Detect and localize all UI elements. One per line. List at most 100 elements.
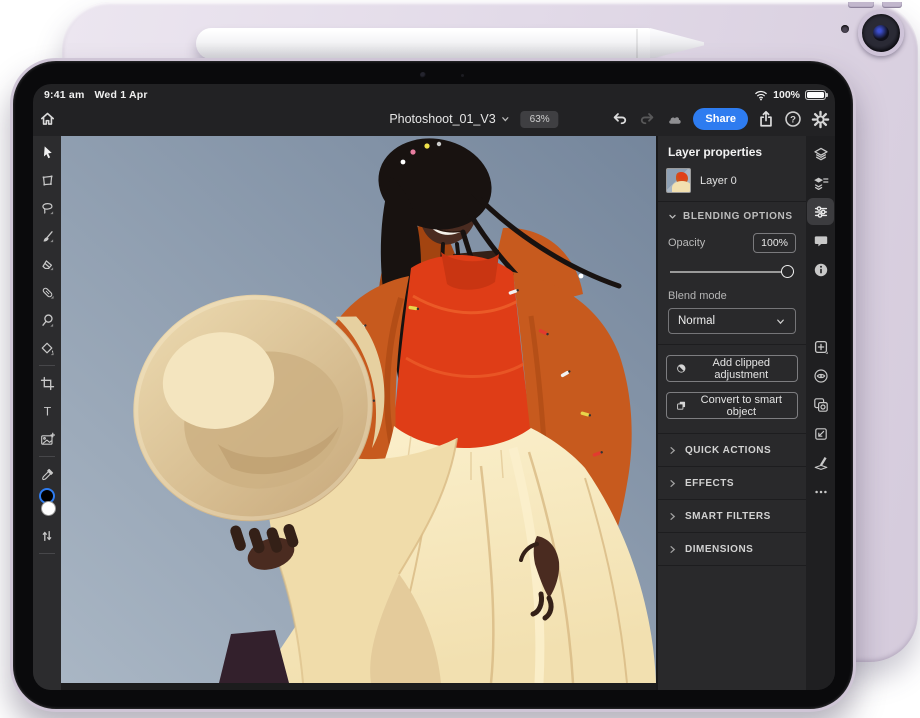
layer-properties-button[interactable] [807,169,834,196]
battery-percent: 100% [773,89,800,101]
opacity-row: Opacity 100% [658,231,806,255]
home-icon [39,110,56,127]
chevron-right-icon [668,512,677,521]
add-layer-icon [813,339,829,355]
status-time: 9:41 am [44,89,85,101]
settings-gear-icon[interactable] [811,110,830,129]
blend-mode-label: Blend mode [658,286,806,306]
dodge-burn-tool[interactable] [33,306,61,334]
apple-pencil [196,28,708,59]
help-icon[interactable]: ? [784,110,802,128]
add-layer-button[interactable] [807,333,834,360]
swap-colors-tool[interactable] [33,522,61,550]
section-dimensions[interactable]: DIMENSIONS [658,532,806,565]
slider-track [670,271,794,273]
pencil-tip [650,28,704,59]
adjustments-button[interactable] [807,198,834,225]
section-smart-filters[interactable]: SMART FILTERS [658,499,806,532]
clean-tools-button[interactable] [807,449,834,476]
clean-brush-icon [813,455,829,471]
blending-options-header[interactable]: BLENDING OPTIONS [658,202,806,231]
more-options-button[interactable] [807,478,834,505]
slider-knob[interactable] [781,265,794,278]
eyedropper-tool[interactable] [33,460,61,488]
tool-bar: T [33,136,61,690]
healing-brush-tool[interactable] [33,278,61,306]
brush-icon [40,229,55,244]
chevron-right-icon [668,545,677,554]
layer-mask-button[interactable] [807,391,834,418]
section-effects[interactable]: EFFECTS [658,466,806,499]
layer-visibility-button[interactable] [807,362,834,389]
chevron-down-icon [775,316,786,327]
pencil-body [196,28,652,59]
toolbar-divider [39,365,55,366]
adjustment-half-circle-icon [676,362,687,375]
zoom-level-badge[interactable]: 63% [521,111,559,128]
place-photo-icon [40,432,55,447]
layer-thumbnail [666,168,691,193]
document-title[interactable]: Photoshoot_01_V3 [389,112,510,126]
app-screen: 9:41 am Wed 1 Apr 100% [33,84,835,690]
document-info-button[interactable] [807,256,834,283]
convert-smart-object-button[interactable]: Convert to smart object [666,392,798,419]
type-tool[interactable]: T [33,397,61,425]
lasso-icon [40,201,55,216]
brush-tool[interactable] [33,222,61,250]
volume-button-1 [848,2,874,8]
section-quick-actions[interactable]: QUICK ACTIONS [658,433,806,466]
place-photo-tool[interactable] [33,425,61,453]
eyedropper-icon [40,467,55,482]
fill-tool[interactable] [33,334,61,362]
appbar-actions: Share ? [611,102,830,136]
app-top-bar: Photoshoot_01_V3 63% Share [33,102,835,136]
workspace: T [33,136,835,690]
layer-properties-icon [813,175,829,191]
chevron-down-icon [501,114,511,124]
crop-tool[interactable] [33,369,61,397]
swap-arrows-icon [40,529,54,543]
undo-icon[interactable] [611,110,629,128]
wifi-icon [754,89,768,101]
toolbar-divider [39,456,55,457]
transform-tool[interactable] [33,166,61,194]
move-tool[interactable] [33,138,61,166]
share-button[interactable]: Share [693,108,748,130]
export-icon[interactable] [757,110,775,128]
right-icon-rail [806,136,835,690]
background-color-chip[interactable] [41,501,56,516]
pencil-seam [636,29,638,58]
add-clipped-adjustment-button[interactable]: Add clipped adjustment [666,355,798,382]
color-chips[interactable] [33,488,61,522]
volume-button-2 [882,2,902,8]
rear-mic-dot [841,25,849,33]
layer-name: Layer 0 [700,175,737,187]
battery-icon [805,90,826,100]
opacity-slider[interactable] [670,265,794,278]
transform-icon [40,173,55,188]
opacity-value[interactable]: 100% [753,233,796,253]
blend-mode-value: Normal [678,315,715,327]
move-cursor-icon [40,145,55,160]
adjustments-sliders-icon [813,204,829,220]
more-dots-icon [813,484,829,500]
chevron-down-icon [668,212,677,221]
layer-row[interactable]: Layer 0 [658,166,806,201]
canvas-area[interactable] [61,136,656,690]
layers-icon [813,146,829,162]
comments-button[interactable] [807,227,834,254]
status-bar: 9:41 am Wed 1 Apr 100% [33,84,835,102]
document-title-text: Photoshoot_01_V3 [389,112,495,126]
home-button[interactable] [39,110,56,127]
lasso-select-tool[interactable] [33,194,61,222]
redo-icon[interactable] [638,110,656,128]
layers-view-button[interactable] [807,140,834,167]
cloud-sync-icon[interactable] [665,111,684,128]
layer-properties-panel: Layer properties Layer 0 BLENDING OPTION… [656,136,806,690]
blend-mode-dropdown[interactable]: Normal [668,308,796,334]
visibility-eye-icon [813,368,829,384]
eraser-tool[interactable] [33,250,61,278]
comment-bubble-icon [813,233,829,249]
canvas-photo [61,136,656,683]
snapping-button[interactable] [807,420,834,447]
